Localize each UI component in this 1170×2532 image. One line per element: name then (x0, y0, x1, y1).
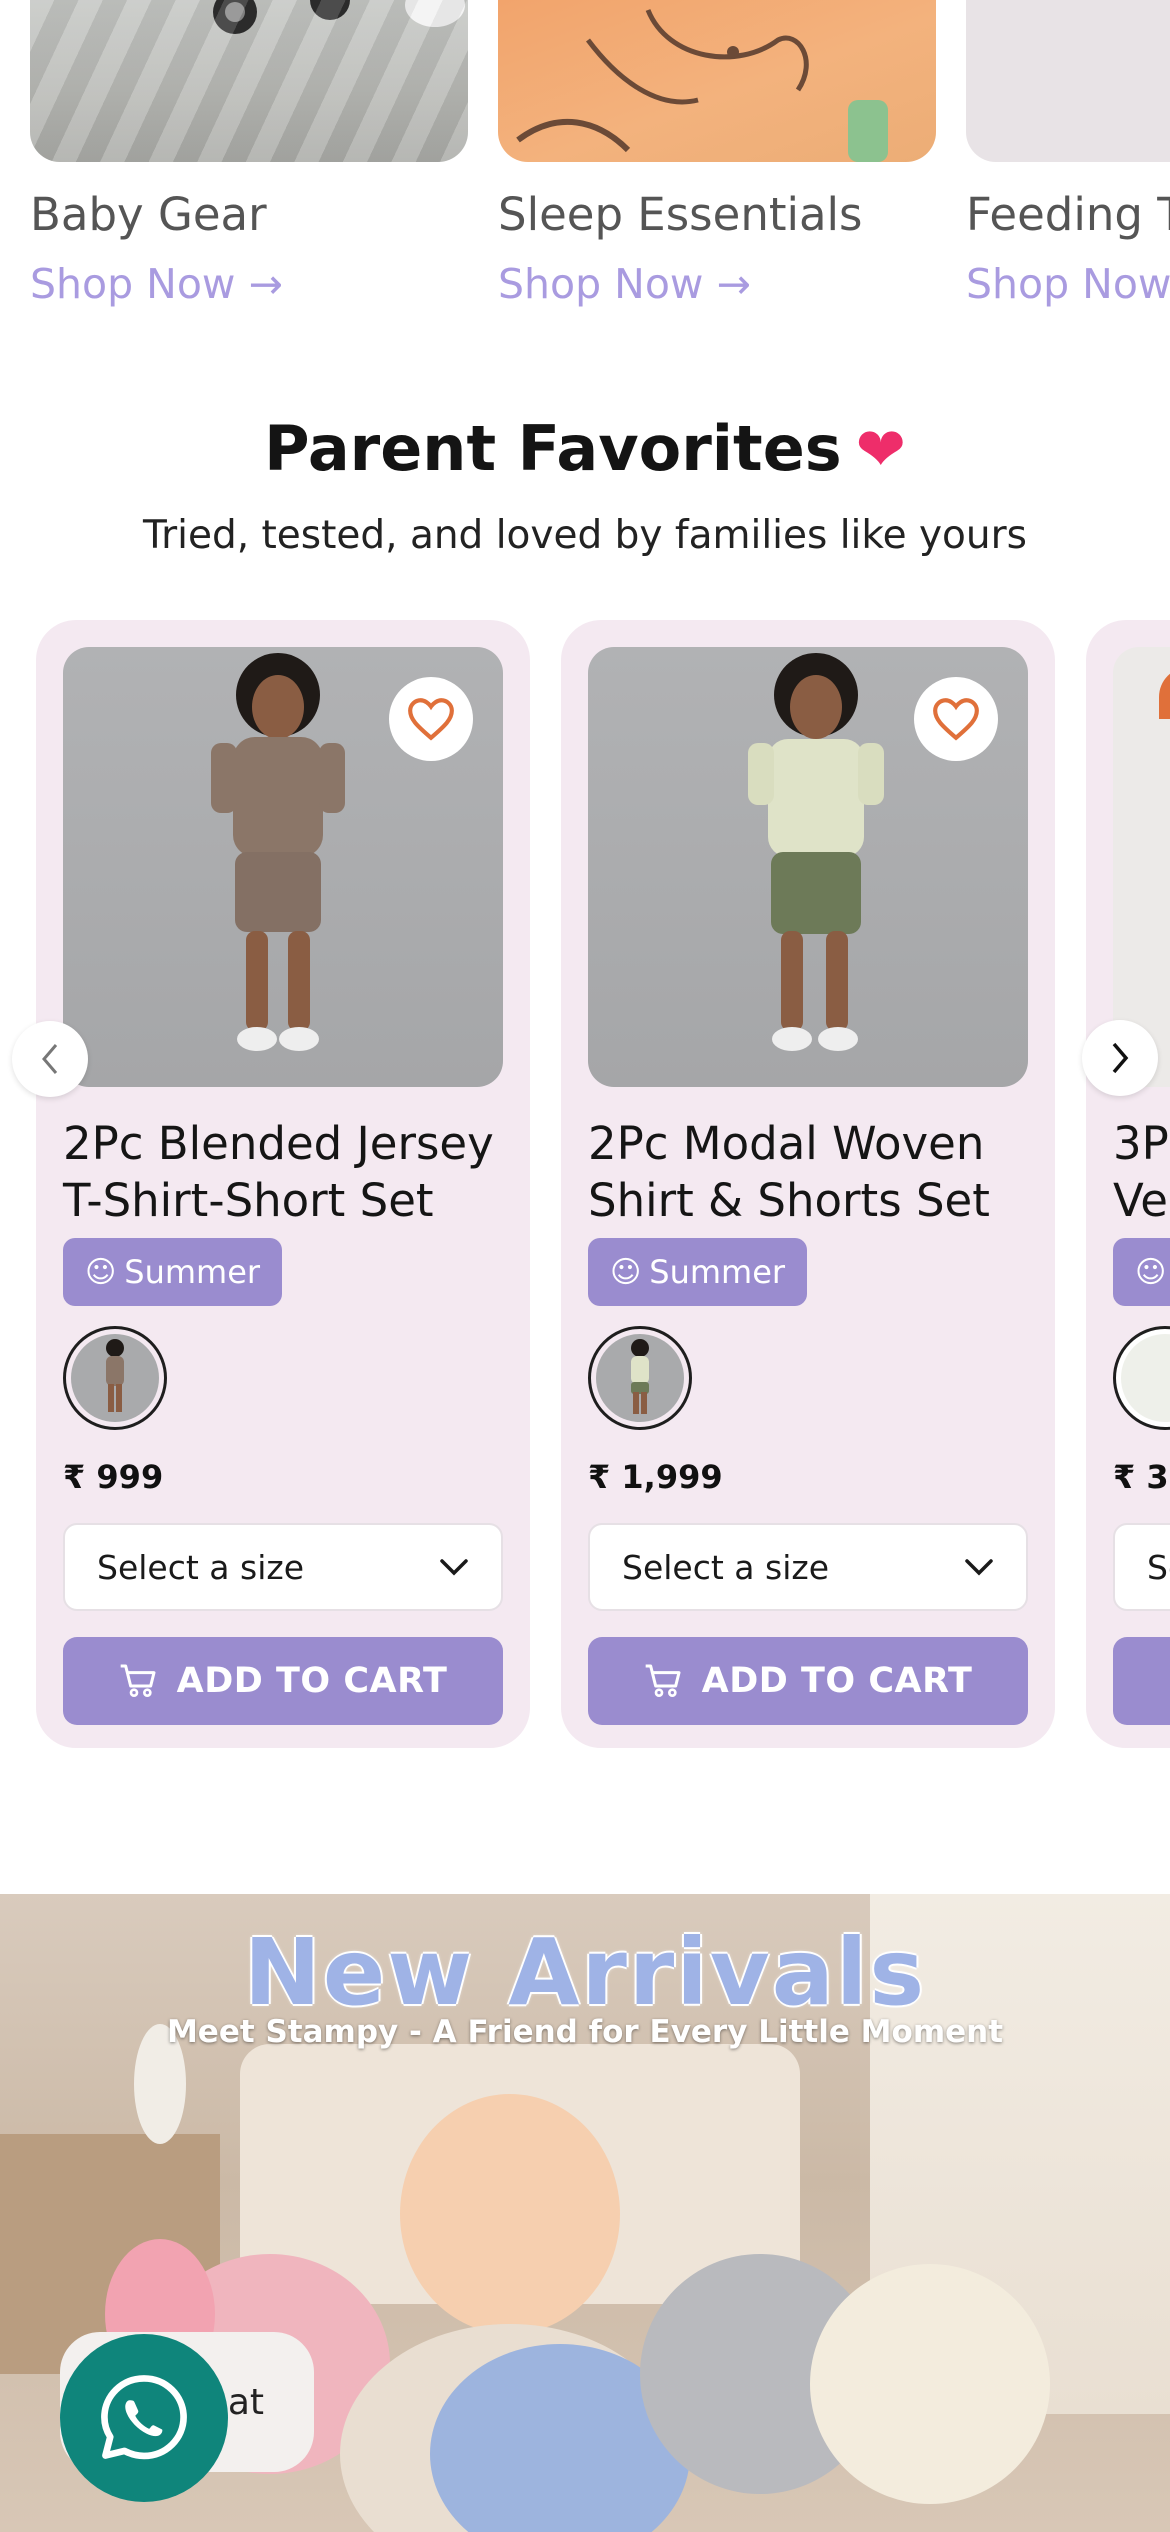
heart-icon: ❤ (855, 415, 906, 485)
wishlist-button[interactable] (914, 677, 998, 761)
size-select[interactable]: Se (1113, 1523, 1170, 1611)
heart-outline-icon (933, 698, 979, 741)
add-to-cart-button[interactable] (1113, 1637, 1170, 1725)
season-badge: ☺ (1113, 1238, 1170, 1306)
category-image-feeding[interactable] (966, 0, 1170, 162)
add-to-cart-button[interactable]: ADD TO CART (63, 1637, 503, 1725)
product-card[interactable]: 3P Ve ☺ ₹ 39 Se (1086, 620, 1170, 1748)
add-to-cart-label: ADD TO CART (701, 1661, 973, 1701)
category-title[interactable]: Sleep Essentials (498, 188, 863, 241)
shop-now-link[interactable]: Shop Now (966, 260, 1170, 308)
section-title-text: Parent Favorites (264, 412, 842, 485)
product-image[interactable] (63, 647, 503, 1087)
product-badge (1159, 667, 1170, 719)
badge-label: Summer (124, 1253, 261, 1291)
smile-emoji-icon: ☺ (85, 1254, 117, 1290)
category-card-sleep-essentials[interactable]: Sleep Essentials Shop Now → (498, 0, 936, 308)
product-carousel: 2Pc Blended Jersey T-Shirt-Short Set ☺ S… (0, 620, 1170, 1750)
shop-now-link[interactable]: Shop Now → (30, 260, 283, 308)
product-card[interactable]: 2Pc Modal Woven Shirt & Shorts Set ☺ Sum… (561, 620, 1055, 1748)
chevron-left-icon (42, 1044, 58, 1074)
product-name[interactable]: 2Pc Blended Jersey T-Shirt-Short Set (63, 1115, 513, 1229)
whatsapp-icon (101, 2375, 187, 2460)
badge-label: Summer (649, 1253, 786, 1291)
color-swatch[interactable] (588, 1326, 692, 1430)
season-badge: ☺ Summer (63, 1238, 283, 1306)
carousel-prev-button[interactable] (12, 1021, 88, 1097)
chat-label: at (227, 2381, 264, 2423)
season-badge: ☺ Summer (588, 1238, 808, 1306)
heart-outline-icon (408, 698, 454, 741)
color-swatch[interactable] (1113, 1326, 1170, 1430)
color-swatch[interactable] (63, 1326, 167, 1430)
cart-icon (120, 1664, 156, 1698)
size-select[interactable]: Select a size (63, 1523, 503, 1611)
product-image[interactable] (588, 647, 1028, 1087)
smile-emoji-icon: ☺ (610, 1254, 642, 1290)
chevron-down-icon (440, 1559, 468, 1576)
carousel-next-button[interactable] (1082, 1020, 1158, 1096)
size-select-label: Select a size (97, 1547, 304, 1587)
size-select-label: Se (1147, 1547, 1170, 1587)
cart-icon (645, 1664, 681, 1698)
chevron-down-icon (965, 1559, 993, 1576)
product-name[interactable]: 2Pc Modal Woven Shirt & Shorts Set (588, 1115, 1038, 1229)
size-select-label: Select a size (622, 1547, 829, 1587)
add-to-cart-button[interactable]: ADD TO CART (588, 1637, 1028, 1725)
banner-subtitle: Meet Stampy - A Friend for Every Little … (166, 2014, 1004, 2050)
add-to-cart-label: ADD TO CART (176, 1661, 448, 1701)
section-subtitle: Tried, tested, and loved by families lik… (143, 513, 1027, 558)
category-strip: Baby Gear Shop Now → Sleep Essentials Sh… (0, 0, 1170, 330)
category-card-feeding[interactable]: Feeding T Shop Now (966, 0, 1170, 308)
product-price: ₹ 1,999 (588, 1458, 723, 1496)
product-card[interactable]: 2Pc Blended Jersey T-Shirt-Short Set ☺ S… (36, 620, 530, 1748)
wishlist-button[interactable] (389, 677, 473, 761)
whatsapp-chat-button[interactable] (60, 2334, 228, 2502)
category-image-baby-gear[interactable] (30, 0, 468, 162)
chevron-right-icon (1112, 1042, 1129, 1074)
product-price: ₹ 999 (63, 1458, 164, 1496)
banner-title: New Arrivals (243, 1919, 927, 2026)
section-title: Parent Favorites ❤ (0, 412, 1170, 485)
category-card-baby-gear[interactable]: Baby Gear Shop Now → (30, 0, 468, 308)
shop-now-link[interactable]: Shop Now → (498, 260, 751, 308)
product-price: ₹ 39 (1113, 1458, 1170, 1496)
size-select[interactable]: Select a size (588, 1523, 1028, 1611)
product-name[interactable]: 3P Ve (1113, 1115, 1170, 1229)
category-title[interactable]: Baby Gear (30, 188, 267, 241)
category-title[interactable]: Feeding T (966, 188, 1170, 241)
smile-emoji-icon: ☺ (1135, 1254, 1167, 1290)
category-image-sleep-essentials[interactable] (498, 0, 936, 162)
